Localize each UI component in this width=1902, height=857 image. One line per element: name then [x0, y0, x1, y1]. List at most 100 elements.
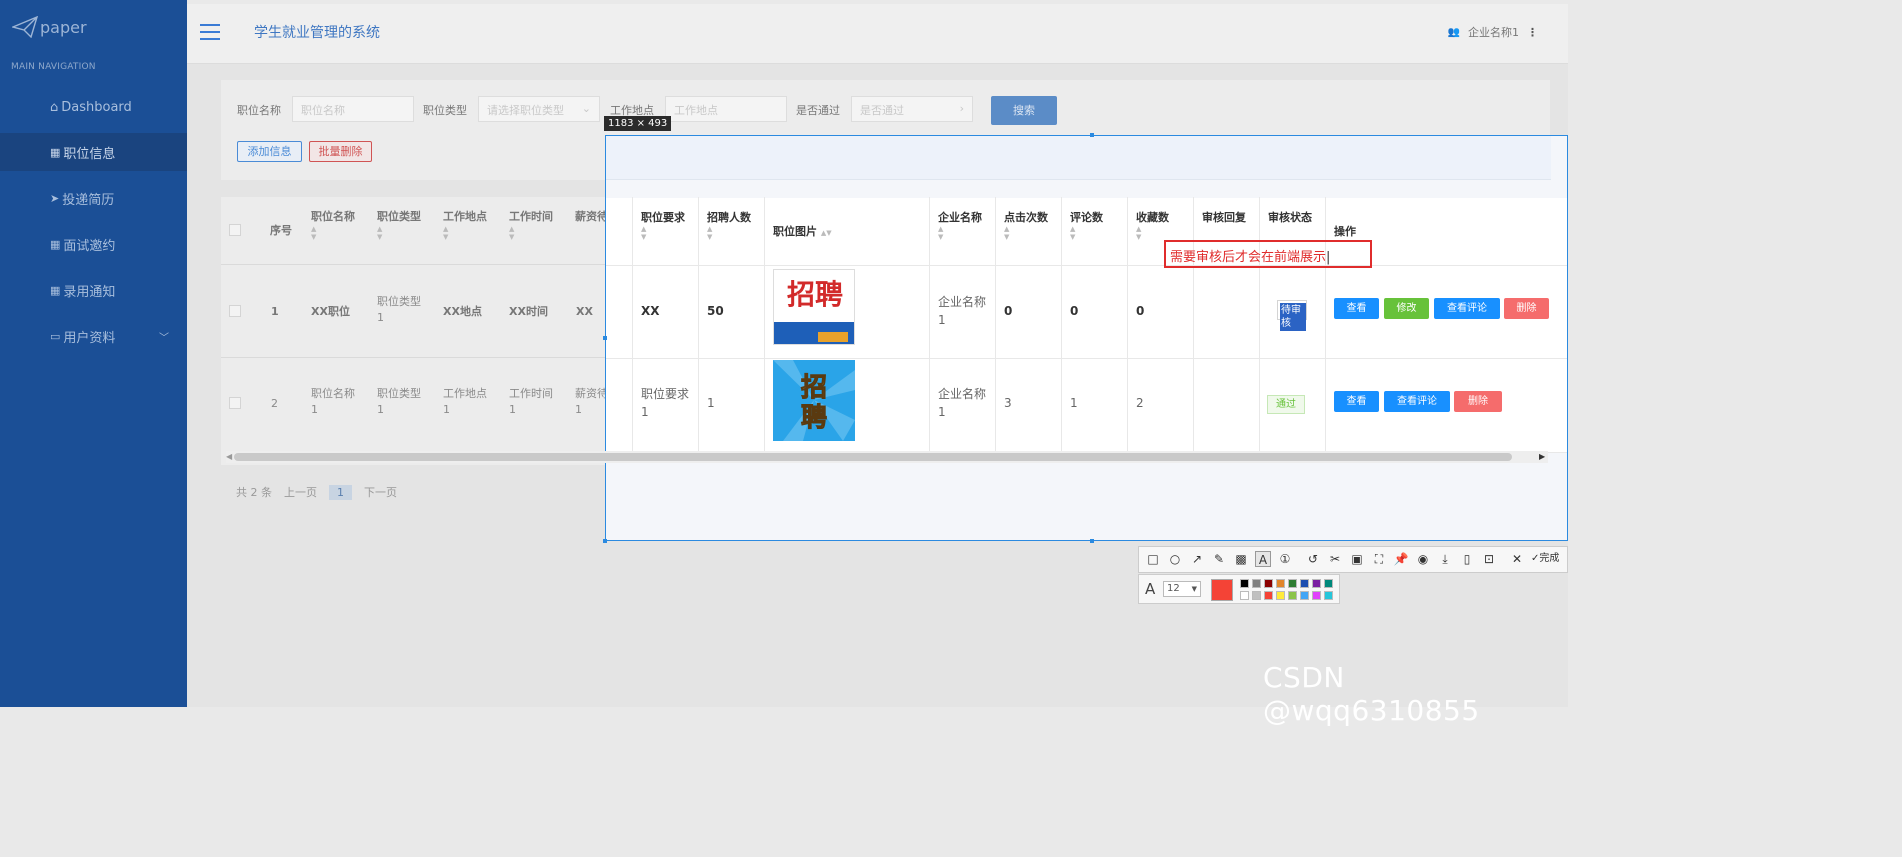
- sort-icon[interactable]: ▲▼: [707, 225, 751, 241]
- view-button[interactable]: 查看: [1334, 391, 1379, 412]
- sort-icon[interactable]: ▲▼: [377, 225, 421, 241]
- arrow-tool-icon[interactable]: ↗: [1189, 551, 1205, 567]
- more-icon[interactable]: ⋮: [1527, 26, 1538, 39]
- font-size-select[interactable]: 12 ▼: [1163, 581, 1201, 597]
- close-icon[interactable]: ✕: [1509, 551, 1525, 567]
- color-swatch[interactable]: [1288, 591, 1297, 600]
- header-reply[interactable]: 审核回复: [1202, 209, 1246, 225]
- color-swatch[interactable]: [1288, 579, 1297, 588]
- color-swatch[interactable]: [1240, 579, 1249, 588]
- header-location[interactable]: 工作地点 ▲ ▼: [443, 209, 487, 241]
- screenshot-selection[interactable]: [605, 135, 1568, 541]
- resize-handle[interactable]: [1090, 133, 1094, 137]
- header-job-type[interactable]: 职位类型 ▲ ▼: [377, 209, 421, 241]
- mosaic-tool-icon[interactable]: ▩: [1233, 551, 1249, 567]
- sidebar-item-interviews[interactable]: ▦ 面试邀约: [0, 225, 187, 263]
- color-swatch[interactable]: [1300, 591, 1309, 600]
- sidebar-item-resumes[interactable]: ➤ 投递简历: [0, 179, 187, 217]
- color-swatch[interactable]: [1324, 591, 1333, 600]
- add-button[interactable]: 添加信息: [237, 141, 302, 162]
- record-icon[interactable]: ◉: [1415, 551, 1431, 567]
- view-comments-button[interactable]: 查看评论: [1384, 391, 1450, 412]
- color-swatch[interactable]: [1276, 579, 1285, 588]
- number-tool-icon[interactable]: ①: [1277, 551, 1293, 567]
- ellipse-tool-icon[interactable]: ○: [1167, 551, 1183, 567]
- header-favorites[interactable]: 收藏数 ▲ ▼: [1136, 209, 1169, 241]
- download-icon[interactable]: ⤓: [1437, 551, 1453, 567]
- pager-next[interactable]: 下一页: [364, 484, 397, 500]
- color-swatch[interactable]: [1252, 591, 1261, 600]
- sidebar-item-offers[interactable]: ▦ 录用通知: [0, 271, 187, 309]
- menu-toggle-icon[interactable]: [200, 24, 220, 40]
- header-clicks[interactable]: 点击次数 ▲ ▼: [1004, 209, 1048, 241]
- bookmark-icon[interactable]: ⊡: [1481, 551, 1497, 567]
- approved-select[interactable]: 是否通过 ›: [851, 96, 973, 122]
- color-swatch[interactable]: [1252, 579, 1261, 588]
- header-count[interactable]: 招聘人数 ▲ ▼: [707, 209, 751, 241]
- nav-title: MAIN NAVIGATION: [11, 62, 96, 72]
- header-requirement[interactable]: 职位要求 ▲ ▼: [641, 209, 685, 241]
- batch-delete-button[interactable]: 批量删除: [309, 141, 372, 162]
- edit-button[interactable]: 修改: [1384, 298, 1429, 319]
- sort-icon[interactable]: ▲▼: [821, 229, 832, 237]
- sort-icon[interactable]: ▲▼: [509, 225, 553, 241]
- header-status[interactable]: 审核状态: [1268, 209, 1312, 225]
- sort-icon[interactable]: ▲▼: [641, 225, 685, 241]
- sort-icon[interactable]: ▲▼: [1136, 225, 1169, 241]
- color-swatch[interactable]: [1312, 591, 1321, 600]
- color-swatch[interactable]: [1240, 591, 1249, 600]
- color-swatch[interactable]: [1300, 579, 1309, 588]
- view-button[interactable]: 查看: [1334, 298, 1379, 319]
- job-name-input[interactable]: 职位名称: [292, 96, 414, 122]
- sort-icon[interactable]: ▲▼: [1004, 225, 1048, 241]
- color-swatch[interactable]: [1264, 579, 1273, 588]
- annotation-textbox[interactable]: 需要审核后才会在前端展示|: [1164, 240, 1372, 268]
- sidebar-item-job-info[interactable]: ▦ 职位信息: [0, 133, 187, 171]
- resize-handle[interactable]: [1090, 539, 1094, 543]
- long-screenshot-icon[interactable]: ▯: [1459, 551, 1475, 567]
- color-swatch[interactable]: [1276, 591, 1285, 600]
- color-swatch[interactable]: [1264, 591, 1273, 600]
- scrollbar-thumb[interactable]: [234, 453, 1512, 461]
- pin-icon[interactable]: 📌: [1393, 551, 1409, 567]
- color-swatch[interactable]: [1312, 579, 1321, 588]
- color-swatch[interactable]: [1324, 579, 1333, 588]
- ocr-icon[interactable]: ▣: [1349, 551, 1365, 567]
- resize-handle[interactable]: [603, 539, 607, 543]
- translate-icon[interactable]: ⛶: [1371, 551, 1387, 567]
- header-comments[interactable]: 评论数 ▲ ▼: [1070, 209, 1103, 241]
- delete-button[interactable]: 删除: [1504, 298, 1549, 319]
- view-comments-button[interactable]: 查看评论: [1434, 298, 1500, 319]
- search-button[interactable]: 搜索: [991, 96, 1057, 125]
- row-checkbox[interactable]: [229, 397, 241, 409]
- undo-icon[interactable]: ↺: [1305, 551, 1321, 567]
- rectangle-tool-icon[interactable]: □: [1145, 551, 1161, 567]
- header-company[interactable]: 企业名称 ▲ ▼: [938, 209, 982, 241]
- cut-icon[interactable]: ✂: [1327, 551, 1343, 567]
- sidebar-item-dashboard[interactable]: ⌂ Dashboard: [0, 88, 187, 126]
- header-job-name[interactable]: 职位名称 ▲ ▼: [311, 209, 355, 241]
- job-type-select[interactable]: 请选择职位类型 ⌄: [478, 96, 600, 122]
- sidebar-item-profile[interactable]: ▭ 用户资料 ﹀: [0, 317, 187, 355]
- resize-handle[interactable]: [603, 336, 607, 340]
- sort-icon[interactable]: ▲▼: [938, 225, 982, 241]
- sort-icon[interactable]: ▲▼: [443, 225, 487, 241]
- header-work-time[interactable]: 工作时间 ▲ ▼: [509, 209, 553, 241]
- user-menu[interactable]: 👥 企业名称1 ⋮: [1448, 24, 1538, 40]
- scroll-right-icon[interactable]: ▶: [1539, 452, 1545, 461]
- pager-current[interactable]: 1: [329, 484, 352, 500]
- pager-prev[interactable]: 上一页: [284, 484, 317, 500]
- scroll-left-icon[interactable]: ◀: [226, 452, 232, 461]
- pen-tool-icon[interactable]: ✎: [1211, 551, 1227, 567]
- text-tool-icon[interactable]: A: [1255, 551, 1271, 567]
- sort-icon[interactable]: ▲▼: [311, 225, 355, 241]
- row-checkbox[interactable]: [229, 305, 241, 317]
- sort-icon[interactable]: ▲▼: [1070, 225, 1103, 241]
- delete-button[interactable]: 删除: [1454, 391, 1502, 412]
- select-all-checkbox[interactable]: [229, 224, 241, 236]
- done-button[interactable]: ✓完成: [1531, 551, 1567, 567]
- sidebar: paper MAIN NAVIGATION ⌂ Dashboard ▦ 职位信息…: [0, 0, 187, 707]
- location-input[interactable]: 工作地点: [665, 96, 787, 122]
- current-color-swatch[interactable]: [1211, 579, 1233, 601]
- header-image[interactable]: 职位图片 ▲▼: [773, 223, 832, 239]
